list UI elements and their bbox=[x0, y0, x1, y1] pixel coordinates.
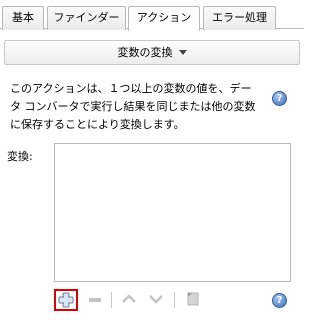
conversion-list[interactable] bbox=[54, 143, 291, 282]
tab-finder[interactable]: ファインダー bbox=[47, 6, 126, 30]
tab-error-handling[interactable]: エラー処理 bbox=[203, 6, 276, 30]
action-panel: 基本 ファインダー アクション エラー処理 変数の変換 このアクションは、１つ以… bbox=[0, 0, 304, 320]
chevron-up-icon bbox=[122, 294, 136, 303]
toolbar-separator bbox=[174, 292, 175, 308]
remove-button[interactable] bbox=[84, 289, 108, 311]
action-description: このアクションは、１つ以上の変数の値を、データ コンバータで実行し結果を同じまた… bbox=[10, 82, 256, 131]
help-icon[interactable]: ? bbox=[272, 293, 287, 308]
tab-action[interactable]: アクション bbox=[128, 6, 200, 31]
caret-down-icon bbox=[178, 50, 187, 55]
tab-basic[interactable]: 基本 bbox=[2, 6, 44, 30]
tab-strip: 基本 ファインダー アクション エラー処理 bbox=[0, 0, 304, 31]
add-button[interactable] bbox=[54, 289, 78, 311]
plus-icon bbox=[58, 292, 74, 308]
edit-button[interactable] bbox=[181, 289, 205, 311]
edit-icon bbox=[187, 292, 199, 306]
toolbar-separator bbox=[111, 292, 112, 308]
help-icon[interactable]: ? bbox=[272, 91, 287, 106]
move-down-button[interactable] bbox=[145, 289, 169, 311]
function-dropdown[interactable]: 変数の変換 bbox=[4, 40, 300, 65]
conversion-label: 変換: bbox=[7, 150, 33, 163]
move-up-button[interactable] bbox=[118, 289, 142, 311]
function-dropdown-label: 変数の変換 bbox=[117, 46, 173, 59]
chevron-down-icon bbox=[149, 295, 163, 304]
minus-icon bbox=[89, 298, 101, 302]
